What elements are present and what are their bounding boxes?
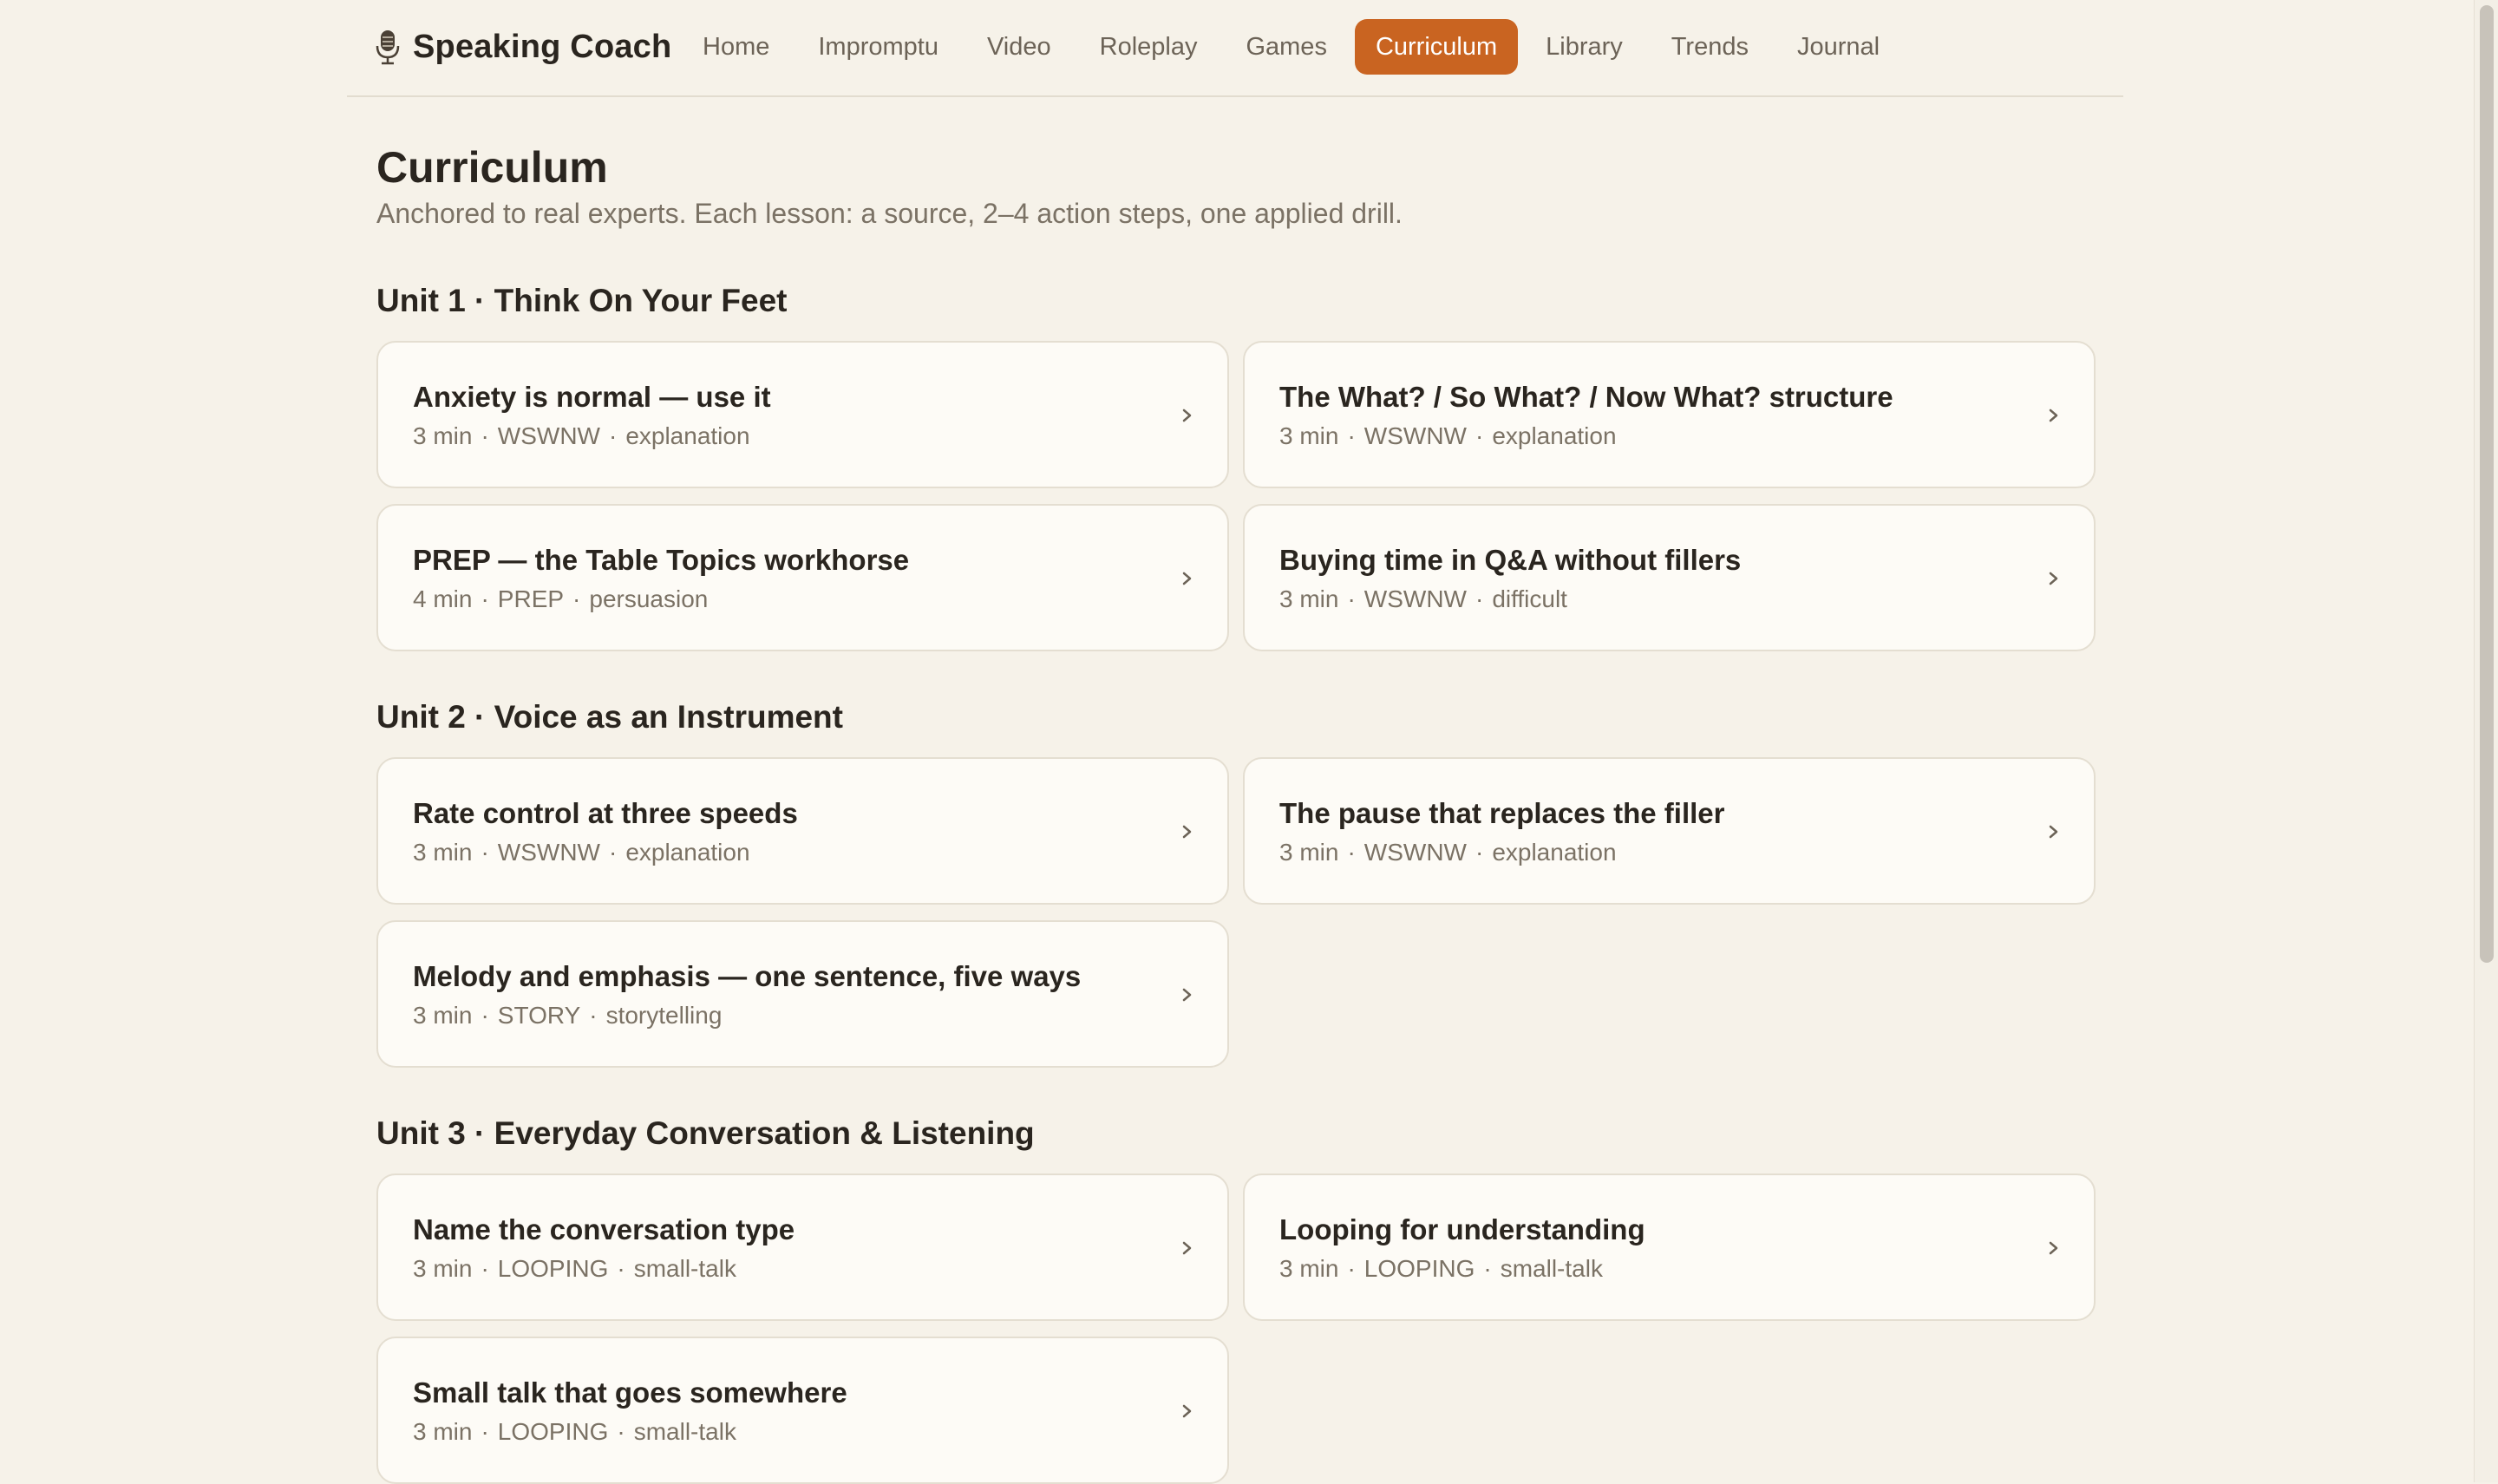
lesson-title: PREP — the Table Topics workhorse (413, 544, 910, 576)
nav-item-home[interactable]: Home (682, 19, 790, 75)
lesson-card[interactable]: The pause that replaces the filler 3 min… (1243, 757, 2096, 905)
lesson-duration: 3 min (413, 839, 473, 866)
lesson-card[interactable]: Looping for understanding 3 min · LOOPING ·… (1243, 1173, 2096, 1321)
nav-item-curriculum[interactable]: Curriculum (1354, 19, 1519, 75)
lesson-source: WSWNW (497, 422, 600, 449)
lesson-title: The pause that replaces the filler (1279, 797, 1725, 829)
chevron-right-icon (1182, 825, 1192, 839)
lesson-duration: 3 min (1279, 585, 1339, 612)
lesson-source: WSWNW (497, 839, 600, 866)
vertical-scrollbar[interactable] (2474, 0, 2498, 1482)
nav-item-video[interactable]: Video (966, 19, 1072, 75)
lesson-card[interactable]: Name the conversation type 3 min · LOOPING… (376, 1173, 1229, 1321)
lesson-duration: 3 min (1279, 1255, 1339, 1282)
lesson-tag: storytelling (605, 1002, 723, 1029)
chevron-right-icon (2049, 825, 2058, 839)
lesson-tag: small-talk (1500, 1255, 1603, 1282)
lesson-meta: 3 min · WSWNW · explanation (1279, 422, 1617, 449)
lesson-duration: 3 min (413, 422, 473, 449)
lesson-tag: difficult (1492, 585, 1567, 612)
lesson-card[interactable]: Small talk that goes somewhere 3 min · LOO… (376, 1337, 1229, 1484)
lesson-duration: 3 min (413, 1255, 473, 1282)
lesson-tag: explanation (1492, 839, 1617, 866)
page-title: Curriculum (376, 143, 608, 192)
lesson-title: Looping for understanding (1279, 1213, 1645, 1245)
scrollbar-thumb[interactable] (2480, 5, 2494, 963)
lesson-tag: small-talk (633, 1418, 736, 1445)
lesson-title: The What? / So What? / Now What? structu… (1279, 381, 1893, 413)
chevron-right-icon (1182, 409, 1192, 422)
lesson-source: LOOPING (1363, 1255, 1475, 1282)
lesson-meta: 3 min · LOOPING · small-talk (1279, 1255, 1603, 1282)
lesson-duration: 3 min (413, 1002, 473, 1029)
lesson-meta: 4 min · PREP · persuasion (413, 585, 709, 612)
lesson-tag: explanation (625, 422, 750, 449)
lesson-title: Anxiety is normal — use it (413, 381, 771, 413)
microphone-icon (376, 30, 400, 65)
chevron-right-icon (1182, 1241, 1192, 1255)
lesson-duration: 3 min (413, 1418, 473, 1445)
app-title: Speaking Coach (413, 28, 672, 65)
lesson-card[interactable]: Anxiety is normal — use it 3 min · WSWNW · e… (376, 341, 1229, 488)
lesson-tag: explanation (625, 839, 750, 866)
lesson-title: Melody and emphasis — one sentence, five… (413, 960, 1082, 992)
unit-1-title: Unit 1 · Think On Your Feet (376, 283, 788, 318)
app-root: Speaking Coach Home Impromptu Video Role… (0, 0, 2498, 1484)
lesson-title: Name the conversation type (413, 1213, 795, 1245)
lesson-duration: 4 min (413, 585, 473, 612)
nav-item-roleplay[interactable]: Roleplay (1079, 19, 1219, 75)
lesson-source: STORY (497, 1002, 581, 1029)
lesson-card[interactable]: PREP — the Table Topics workhorse 4 min ·… (376, 504, 1229, 651)
page-subtitle: Anchored to real experts. Each lesson: a… (376, 198, 1403, 229)
lesson-tag: small-talk (633, 1255, 736, 1282)
nav-item-games[interactable]: Games (1225, 19, 1347, 75)
lesson-meta: 3 min · WSWNW · explanation (413, 422, 750, 449)
lesson-title: Small talk that goes somewhere (413, 1376, 847, 1409)
nav-item-impromptu[interactable]: Impromptu (797, 19, 959, 75)
chevron-right-icon (1182, 1404, 1192, 1418)
nav-item-journal[interactable]: Journal (1776, 19, 1900, 75)
lesson-source: LOOPING (497, 1418, 609, 1445)
unit-2-title: Unit 2 · Voice as an Instrument (376, 699, 843, 735)
lesson-title: Buying time in Q&A without fillers (1279, 544, 1742, 576)
lesson-meta: 3 min · LOOPING · small-talk (413, 1255, 736, 1282)
top-navigation-bar: Speaking Coach Home Impromptu Video Role… (347, 0, 2123, 97)
lesson-meta: 3 min · STORY · storytelling (413, 1002, 723, 1029)
lesson-card[interactable]: Melody and emphasis — one sentence, five… (376, 920, 1229, 1068)
lesson-duration: 3 min (1279, 422, 1339, 449)
unit-3-title: Unit 3 · Everyday Conversation & Listeni… (376, 1115, 1035, 1151)
lesson-meta: 3 min · LOOPING · small-talk (413, 1418, 736, 1445)
lesson-card[interactable]: Rate control at three speeds 3 min · WSWNW… (376, 757, 1229, 905)
lesson-source: LOOPING (497, 1255, 609, 1282)
chevron-right-icon (1182, 572, 1192, 585)
chevron-right-icon (2049, 572, 2058, 585)
chevron-right-icon (2049, 409, 2058, 422)
lesson-tag: persuasion (589, 585, 709, 612)
lesson-meta: 3 min · WSWNW · explanation (1279, 839, 1617, 866)
lesson-tag: explanation (1492, 422, 1617, 449)
lesson-duration: 3 min (1279, 839, 1339, 866)
nav-item-trends[interactable]: Trends (1651, 19, 1769, 75)
lesson-card[interactable]: The What? / So What? / Now What? structu… (1243, 341, 2096, 488)
main-nav: Home Impromptu Video Roleplay Games Curr… (682, 19, 1907, 75)
lesson-card[interactable]: Buying time in Q&A without fillers 3 min… (1243, 504, 2096, 651)
nav-item-library[interactable]: Library (1525, 19, 1644, 75)
lesson-source: WSWNW (1363, 839, 1467, 866)
lesson-source: WSWNW (1363, 422, 1467, 449)
lesson-source: PREP (497, 585, 565, 612)
lesson-source: WSWNW (1363, 585, 1467, 612)
chevron-right-icon (2049, 1241, 2058, 1255)
brand[interactable]: Speaking Coach (375, 21, 671, 73)
chevron-right-icon (1182, 988, 1192, 1002)
lesson-title: Rate control at three speeds (413, 797, 798, 829)
lesson-meta: 3 min · WSWNW · explanation (413, 839, 750, 866)
lesson-meta: 3 min · WSWNW · difficult (1279, 585, 1567, 612)
